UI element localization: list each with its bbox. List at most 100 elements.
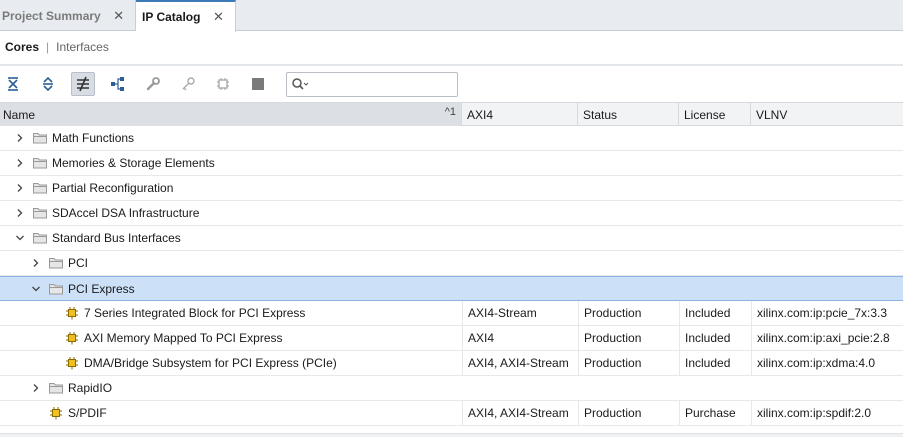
folder-label: SDAccel DSA Infrastructure — [52, 206, 200, 220]
ip-core-icon — [65, 306, 79, 323]
folder-label: PCI Express — [68, 281, 135, 296]
horizontal-scrollbar[interactable] — [0, 433, 903, 437]
tree-folder-row[interactable]: Memories & Storage Elements — [0, 151, 903, 176]
close-icon[interactable]: ✕ — [113, 8, 125, 24]
sort-ascending-icon: ^1 — [444, 106, 456, 118]
status-cell: Production — [578, 326, 679, 350]
vlnv-cell — [751, 226, 903, 250]
tree-folder-row[interactable]: Standard Bus Interfaces — [0, 226, 903, 251]
chevron-right-icon[interactable] — [15, 133, 25, 143]
ip-core-icon — [65, 356, 79, 373]
collapse-all-button[interactable] — [1, 72, 25, 96]
column-header-vlnv[interactable]: VLNV — [751, 103, 903, 126]
tree-folder-row[interactable]: RapidIO — [0, 376, 903, 401]
folder-icon — [33, 132, 47, 147]
name-cell: PCI Express — [0, 277, 462, 301]
tree-folder-row[interactable]: PCI Express — [0, 276, 903, 301]
table-row[interactable]: AXI Memory Mapped To PCI Express AXI4 Prod… — [0, 326, 903, 351]
tab-ip-catalog[interactable]: IP Catalog ✕ — [136, 0, 236, 32]
subtab-separator: | — [46, 40, 50, 54]
chevron-right-icon[interactable] — [31, 383, 41, 393]
search-icon — [292, 78, 309, 90]
wrench-icon — [146, 77, 160, 91]
chip-button[interactable] — [211, 72, 235, 96]
editor-tab-strip: Project Summary ✕ IP Catalog ✕ — [0, 0, 903, 32]
filter-button[interactable] — [71, 72, 95, 96]
axi4-cell — [462, 201, 578, 225]
column-header-license[interactable]: License — [679, 103, 751, 126]
vlnv-cell: xilinx.com:ip:axi_pcie:2.8 — [751, 326, 903, 350]
folder-icon — [33, 232, 47, 247]
chevron-right-icon[interactable] — [31, 258, 41, 268]
license-cell: Included — [679, 301, 751, 325]
ip-core-icon — [65, 331, 79, 348]
vlnv-cell — [751, 126, 903, 150]
subtab-cores[interactable]: Cores — [5, 40, 39, 54]
license-button[interactable] — [176, 72, 200, 96]
folder-label: RapidIO — [68, 381, 113, 395]
tree-folder-row[interactable]: Partial Reconfiguration — [0, 176, 903, 201]
tree-folder-row[interactable]: Math Functions — [0, 126, 903, 151]
folder-label: Math Functions — [52, 131, 135, 145]
license-cell: Included — [679, 326, 751, 350]
axi4-cell: AXI4, AXI4-Stream — [462, 401, 578, 425]
subtab-interfaces[interactable]: Interfaces — [56, 40, 109, 54]
column-header-axi4[interactable]: AXI4 — [462, 103, 578, 126]
column-header-status[interactable]: Status — [578, 103, 679, 126]
folder-icon — [49, 382, 63, 397]
folder-icon — [33, 207, 47, 222]
expand-all-button[interactable] — [36, 72, 60, 96]
chevron-right-icon[interactable] — [15, 208, 25, 218]
vlnv-cell — [751, 277, 903, 301]
name-cell: Math Functions — [0, 126, 462, 150]
axi4-cell — [462, 226, 578, 250]
name-cell: RapidIO — [0, 376, 462, 400]
folder-icon — [33, 182, 47, 197]
table-row[interactable]: 7 Series Integrated Block for PCI Expres… — [0, 301, 903, 326]
table-row[interactable]: S/PDIF AXI4, AXI4-Stream Production Purchas… — [0, 401, 903, 426]
axi4-cell: AXI4-Stream — [462, 301, 578, 325]
search-field[interactable] — [286, 71, 458, 97]
name-cell: PCI — [0, 251, 462, 275]
tree-folder-row[interactable]: SDAccel DSA Infrastructure — [0, 201, 903, 226]
license-cell — [679, 376, 751, 400]
axi4-cell — [462, 176, 578, 200]
customize-ip-button[interactable] — [141, 72, 165, 96]
tab-project-summary[interactable]: Project Summary ✕ — [0, 0, 136, 31]
name-cell: DMA/Bridge Subsystem for PCI Express (PC… — [0, 351, 462, 375]
folder-label: PCI — [68, 256, 89, 270]
license-cell — [679, 126, 751, 150]
chevron-right-icon[interactable] — [15, 158, 25, 168]
vlnv-cell — [751, 376, 903, 400]
divider — [0, 64, 903, 66]
chevron-right-icon[interactable] — [15, 183, 25, 193]
tree-folder-row[interactable]: PCI — [0, 251, 903, 276]
stop-button[interactable] — [246, 72, 270, 96]
status-cell — [578, 126, 679, 150]
name-cell: Standard Bus Interfaces — [0, 226, 462, 250]
axi4-cell — [462, 376, 578, 400]
table-body: Math Functions Memories & Storage Element… — [0, 126, 903, 426]
chevron-down-icon[interactable] — [15, 233, 25, 243]
folder-icon — [33, 157, 47, 172]
close-icon[interactable]: ✕ — [212, 9, 224, 25]
chevron-down-icon[interactable] — [31, 284, 41, 294]
catalog-toolbar — [0, 68, 903, 100]
status-cell: Production — [578, 351, 679, 375]
column-header-name-label: Name — [3, 107, 36, 122]
column-header-name[interactable]: Name ^1 — [0, 103, 462, 126]
vlnv-cell — [751, 251, 903, 275]
axi4-cell — [462, 251, 578, 275]
name-cell: Memories & Storage Elements — [0, 151, 462, 175]
table-header: Name ^1 AXI4 Status License VLNV — [0, 102, 903, 126]
hierarchy-button[interactable] — [106, 72, 130, 96]
status-cell — [578, 251, 679, 275]
table-row[interactable]: DMA/Bridge Subsystem for PCI Express (PC… — [0, 351, 903, 376]
name-cell: SDAccel DSA Infrastructure — [0, 201, 462, 225]
filter-icon — [77, 76, 89, 92]
status-cell — [578, 176, 679, 200]
search-input[interactable] — [313, 77, 443, 91]
status-cell: Production — [578, 301, 679, 325]
axi4-cell — [462, 151, 578, 175]
vlnv-cell: xilinx.com:ip:spdif:2.0 — [751, 401, 903, 425]
